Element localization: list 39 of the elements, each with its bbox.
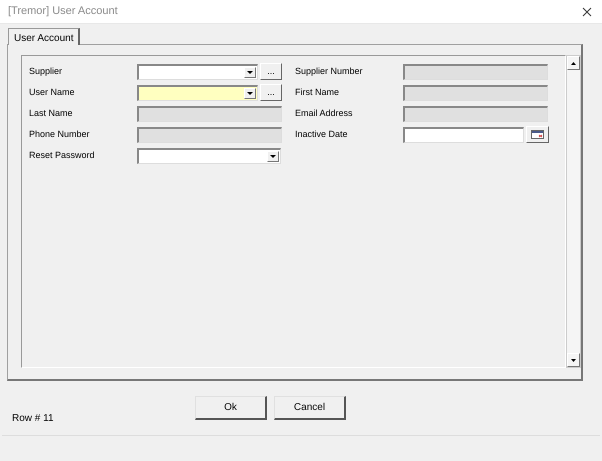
- field-label: User Name: [29, 86, 76, 99]
- row-counter: Row # 11: [12, 412, 55, 426]
- dropdown-field[interactable]: [137, 64, 258, 80]
- dropdown-arrow-icon: [247, 92, 253, 94]
- dropdown-button[interactable]: [267, 150, 279, 162]
- text-field[interactable]: [403, 106, 548, 122]
- field-label: Last Name: [29, 106, 74, 120]
- text-field[interactable]: [137, 126, 282, 142]
- dropdown-arrow-icon: [270, 154, 276, 158]
- window-title: [Tremor] User Account: [8, 4, 118, 20]
- scroll-up-button[interactable]: [567, 56, 580, 70]
- lookup-button[interactable]: ...: [260, 63, 282, 80]
- lookup-button[interactable]: ...: [260, 84, 282, 101]
- date-field[interactable]: [403, 126, 524, 142]
- close-icon[interactable]: [582, 6, 592, 16]
- field-label: Supplier Number: [295, 64, 364, 78]
- text-field[interactable]: [403, 64, 548, 80]
- dropdown-field[interactable]: [137, 148, 281, 164]
- field-label: Supplier: [29, 64, 64, 78]
- field-label: Inactive Date: [295, 128, 349, 141]
- field-label: Email Address: [295, 106, 354, 120]
- text-field[interactable]: [137, 106, 282, 122]
- dropdown-arrow-icon: [247, 70, 253, 74]
- dropdown-field[interactable]: [137, 84, 258, 100]
- scrollbar[interactable]: [566, 55, 581, 368]
- field-label: First Name: [295, 86, 340, 99]
- up-arrow-icon: [571, 62, 576, 64]
- dialog-button[interactable]: Ok: [195, 396, 267, 420]
- field-label: Reset Password: [29, 148, 96, 162]
- scroll-down-button[interactable]: [567, 353, 580, 367]
- down-arrow-icon: [571, 358, 576, 362]
- dialog-button[interactable]: Cancel: [274, 396, 346, 420]
- tab[interactable]: User Account: [8, 28, 80, 45]
- dropdown-button[interactable]: [244, 88, 256, 98]
- dropdown-button[interactable]: [244, 66, 256, 78]
- text-field[interactable]: [403, 84, 548, 100]
- calendar-icon: [531, 130, 544, 139]
- field-label: Phone Number: [29, 128, 91, 141]
- calendar-button[interactable]: [526, 126, 549, 143]
